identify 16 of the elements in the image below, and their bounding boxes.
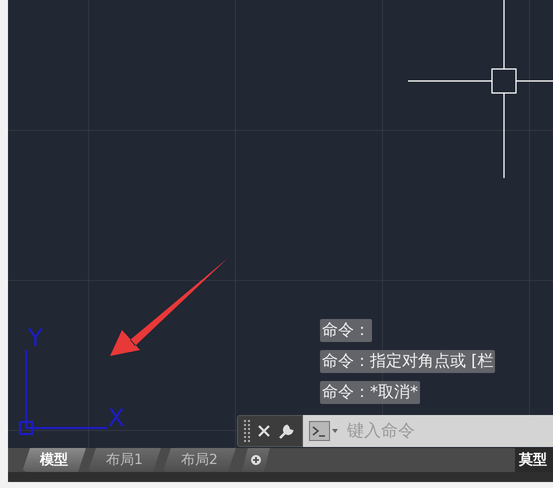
- close-icon[interactable]: [258, 425, 270, 437]
- plus-icon: [250, 455, 261, 465]
- y-axis-label: Y: [28, 326, 43, 350]
- ucs-axes-icon: [19, 350, 107, 434]
- crosshair-cursor-icon: [408, 0, 553, 178]
- grip-icon[interactable]: [244, 420, 250, 442]
- model-space-label[interactable]: 莫型: [515, 448, 553, 472]
- add-layout-button[interactable]: [242, 448, 270, 472]
- terminal-icon[interactable]: [309, 421, 339, 441]
- wrench-icon[interactable]: [278, 422, 296, 440]
- layout-tab[interactable]: 布局1: [88, 448, 161, 472]
- x-axis-label: X: [108, 406, 124, 430]
- command-input-field[interactable]: 键入命令: [345, 420, 553, 442]
- layout-tab[interactable]: 模型: [22, 448, 86, 472]
- layout-tab[interactable]: 布局2: [162, 448, 236, 472]
- command-line-field[interactable]: 键入命令: [303, 415, 553, 447]
